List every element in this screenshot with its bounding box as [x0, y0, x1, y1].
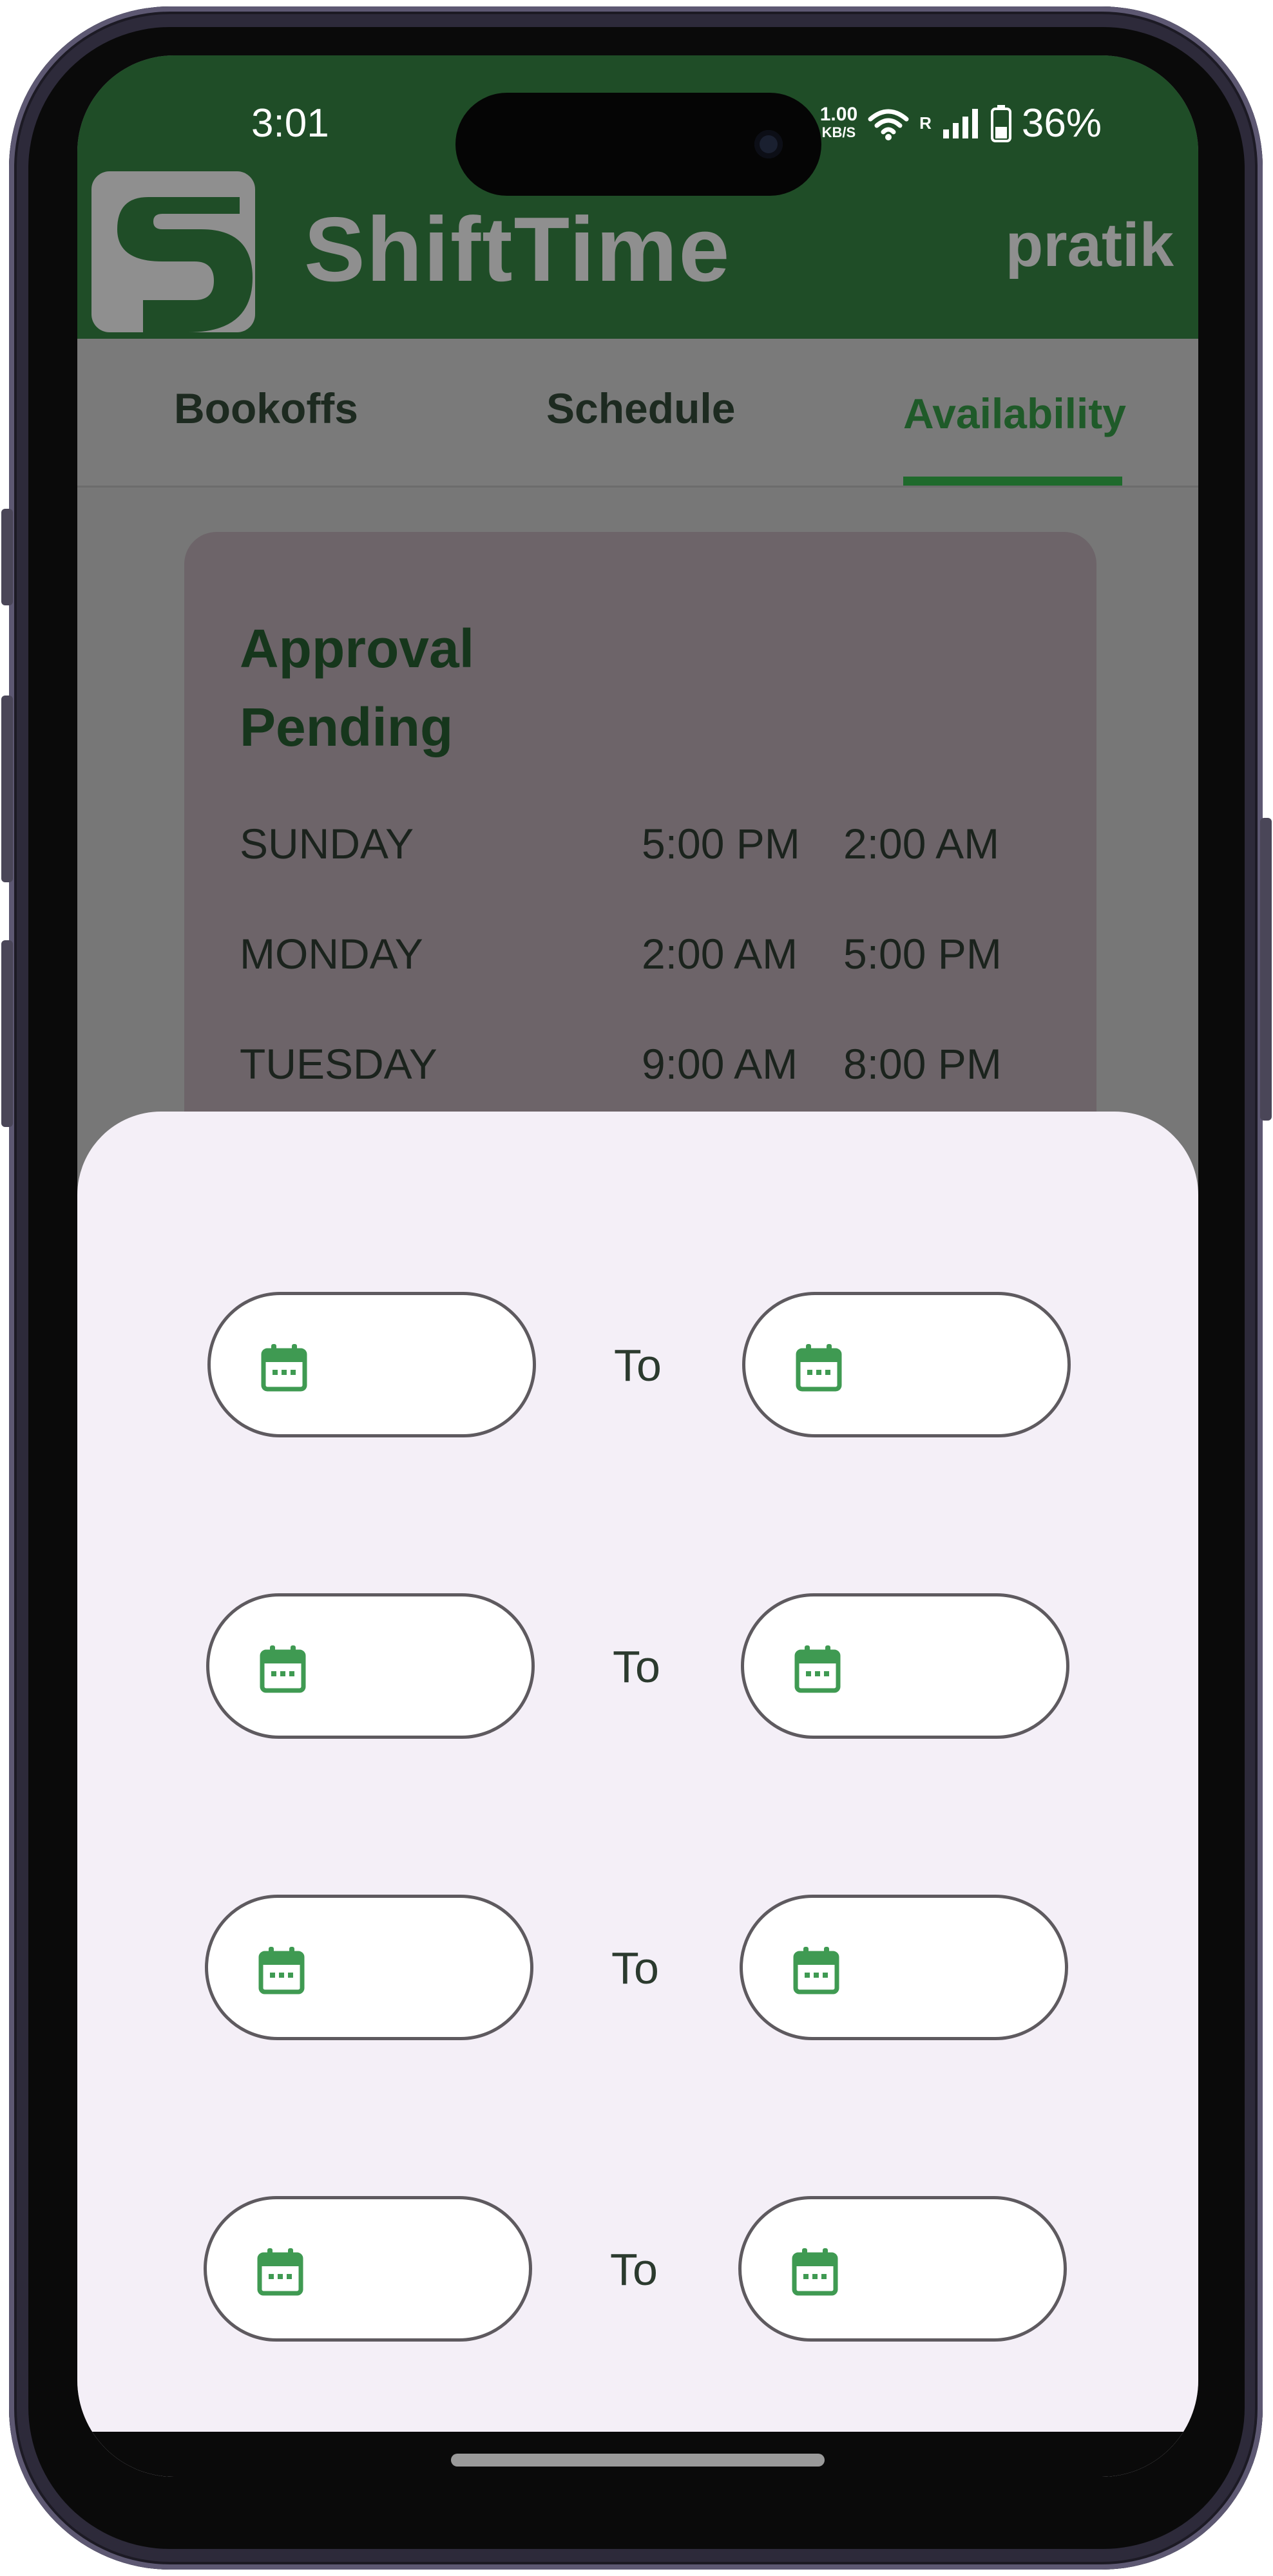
home-indicator[interactable]	[451, 2454, 825, 2467]
action-button	[1, 509, 13, 605]
calendar-icon	[792, 2248, 838, 2296]
schedule-row: TUESDAY 9:00 AM 8:00 PM	[240, 1039, 1038, 1097]
date-range-sheet: To To To To	[77, 1112, 1198, 2477]
from-date-field[interactable]	[205, 1895, 533, 2040]
from-date-field[interactable]	[204, 2196, 532, 2342]
date-range-row: To	[77, 2196, 1198, 2344]
status-icons: 1.00 KB/S R 36%	[820, 100, 1102, 146]
network-speed-unit: KB/S	[821, 124, 856, 140]
calendar-icon	[261, 1344, 307, 1392]
dynamic-island	[455, 93, 821, 196]
tab-availability[interactable]: Availability	[903, 389, 1126, 438]
schedule-to: 8:00 PM	[843, 1040, 1002, 1088]
power-button	[1260, 818, 1272, 1121]
from-date-field[interactable]	[207, 1292, 536, 1437]
schedule-from: 5:00 PM	[642, 820, 800, 867]
tab-bookoffs[interactable]: Bookoffs	[174, 384, 358, 433]
schedule-row: MONDAY 2:00 AM 5:00 PM	[240, 929, 1038, 987]
roaming-indicator: R	[919, 113, 932, 133]
battery-percent: 36%	[1021, 101, 1102, 146]
to-date-field[interactable]	[738, 2196, 1067, 2342]
schedule-to: 2:00 AM	[843, 820, 1000, 867]
volume-up-button	[1, 696, 13, 882]
network-speed: 1.00 KB/S	[819, 103, 858, 142]
schedule-from: 2:00 AM	[642, 930, 798, 978]
calendar-icon	[793, 1947, 839, 1994]
status-time: 3:01	[251, 101, 329, 146]
signal-icon	[943, 108, 978, 138]
to-label: To	[613, 1642, 660, 1692]
schedule-day: TUESDAY	[240, 1040, 437, 1088]
user-name[interactable]: pratik	[1006, 210, 1174, 281]
schedule-from: 9:00 AM	[642, 1040, 798, 1088]
date-range-row: To	[77, 1292, 1198, 1440]
to-date-field[interactable]	[742, 1292, 1071, 1437]
schedule-day: SUNDAY	[240, 820, 414, 867]
schedule-to: 5:00 PM	[843, 930, 1002, 978]
schedule-day: MONDAY	[240, 930, 423, 978]
date-range-row: To	[77, 1593, 1198, 1741]
date-range-row: To	[77, 1895, 1198, 2043]
shifttime-logo	[91, 171, 255, 332]
card-title: Approval Pending	[240, 618, 475, 757]
calendar-icon	[796, 1344, 842, 1392]
calendar-icon	[260, 1645, 306, 1693]
to-label: To	[611, 1943, 659, 1993]
to-date-field[interactable]	[740, 1895, 1068, 2040]
battery-icon	[990, 104, 1011, 142]
from-date-field[interactable]	[206, 1593, 535, 1739]
calendar-icon	[258, 1947, 305, 1994]
network-speed-value: 1.00	[819, 103, 858, 125]
calendar-icon	[257, 2248, 303, 2296]
volume-down-button	[1, 940, 13, 1127]
brand-title: ShiftTime	[304, 198, 731, 301]
to-label: To	[614, 1340, 662, 1390]
to-label: To	[610, 2244, 658, 2295]
calendar-icon	[794, 1645, 841, 1693]
wifi-icon	[868, 109, 909, 140]
to-date-field[interactable]	[741, 1593, 1069, 1739]
screen: 3:01 1.00 KB/S R 36% ShiftTime pratik Bo…	[77, 55, 1198, 2477]
schedule-row: SUNDAY 5:00 PM 2:00 AM	[240, 819, 1038, 877]
tab-bar: Bookoffs Schedule Availability	[77, 339, 1198, 488]
camera-icon	[754, 130, 783, 158]
active-tab-indicator	[903, 477, 1122, 486]
tab-schedule[interactable]: Schedule	[546, 384, 735, 433]
